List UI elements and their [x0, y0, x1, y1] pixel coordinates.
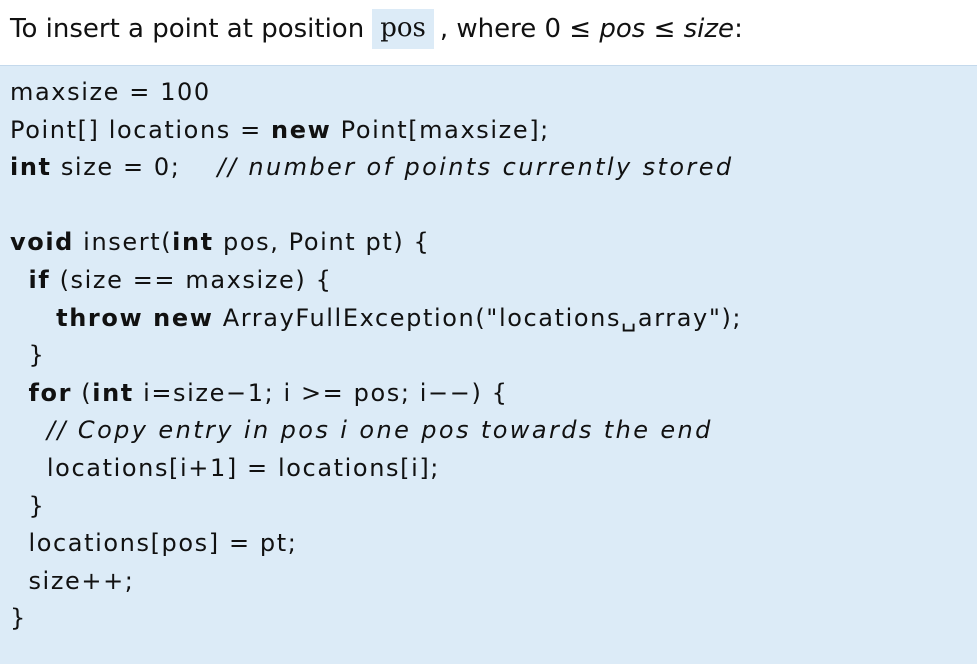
- code-token: }: [10, 604, 27, 633]
- code-keyword: void: [10, 228, 74, 257]
- code-keyword: int: [10, 153, 52, 182]
- code-line: void insert(int pos, Point pt) {: [10, 224, 430, 260]
- code-token: }: [10, 491, 46, 520]
- code-token: Point[maxsize];: [331, 115, 550, 144]
- code-listing-panel: maxsize = 100 Point[] locations = new Poi…: [0, 65, 977, 664]
- heading-middle: , where 0 ≤: [439, 14, 592, 44]
- code-line: int size = 0; // number of points curren…: [10, 149, 734, 185]
- pos-code-highlight: pos: [372, 9, 434, 49]
- heading-pos-variable: pos: [599, 14, 646, 44]
- code-keyword: new: [271, 115, 332, 144]
- code-line: }: [10, 600, 27, 636]
- code-line: Point[] locations = new Point[maxsize];: [10, 112, 550, 148]
- code-line: }: [10, 337, 45, 373]
- code-comment: // number of points currently stored: [217, 153, 734, 182]
- slide-heading: To insert a point at position pos , wher…: [10, 0, 743, 58]
- code-line: for (int i=size−1; i >= pos; i−−) {: [10, 375, 509, 411]
- code-token: Point[] locations =: [10, 115, 272, 144]
- heading-size-variable: size: [683, 14, 735, 44]
- code-token: i=size−1; i >= pos; i−−) {: [133, 378, 509, 407]
- code-keyword: int: [172, 228, 214, 257]
- code-keyword: throw new: [56, 303, 214, 332]
- code-line: if (size == maxsize) {: [10, 262, 332, 298]
- code-line: throw new ArrayFullException("locations␣…: [10, 300, 742, 336]
- code-keyword: if: [28, 266, 51, 294]
- code-line: }: [10, 488, 45, 524]
- code-token: (: [72, 378, 93, 407]
- code-token: locations[pos] = pt;: [10, 529, 298, 558]
- heading-prefix: To insert a point at position: [10, 14, 365, 44]
- code-token: locations[i+1] = locations[i];: [10, 454, 440, 482]
- code-keyword: for: [28, 378, 73, 407]
- code-line: size++;: [10, 563, 135, 599]
- code-line: locations[pos] = pt;: [10, 525, 297, 561]
- code-line: // Copy entry in pos i one pos towards t…: [10, 412, 713, 448]
- code-token: insert(: [73, 228, 173, 257]
- code-keyword: int: [92, 378, 134, 407]
- code-token: ArrayFullException("locations␣array");: [213, 303, 743, 332]
- code-comment: // Copy entry in pos i one pos towards t…: [46, 416, 713, 445]
- code-token: size++;: [10, 566, 135, 595]
- code-token: }: [10, 341, 46, 370]
- code-token: maxsize = 100: [10, 78, 211, 106]
- code-token: size = 0;: [51, 153, 218, 182]
- code-token: (size == maxsize) {: [50, 266, 333, 294]
- code-line: maxsize = 100: [10, 74, 211, 110]
- code-line: locations[i+1] = locations[i];: [10, 450, 440, 486]
- heading-leq: ≤: [653, 14, 676, 44]
- code-token: pos, Point pt) {: [213, 228, 431, 257]
- heading-suffix: :: [734, 14, 743, 44]
